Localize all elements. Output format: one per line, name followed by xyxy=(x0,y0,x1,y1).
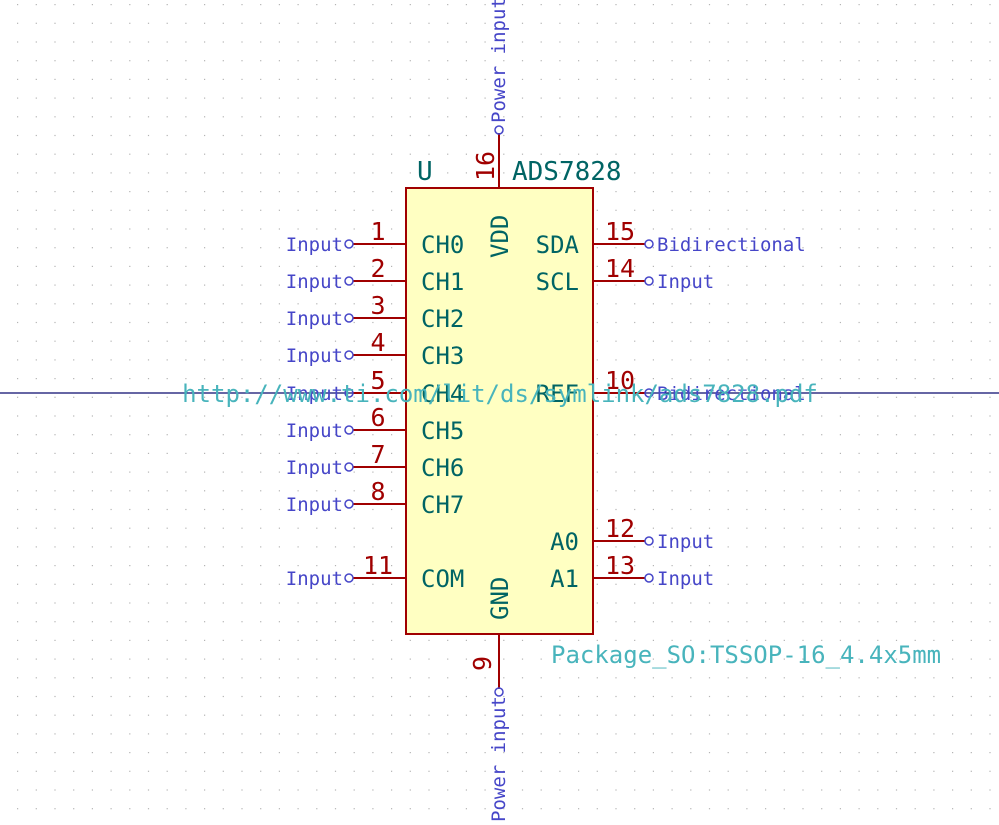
pin-3-type: Input xyxy=(286,308,343,330)
pin-12-type: Input xyxy=(657,531,714,553)
pin-1-number: 1 xyxy=(370,217,385,246)
pin-3-number: 3 xyxy=(370,291,385,320)
footprint-field[interactable]: Package_SO:TSSOP-16_4.4x5mm xyxy=(551,641,941,669)
pin-name-ch1: CH1 xyxy=(421,268,464,296)
pin-9-type: Power input xyxy=(488,696,510,822)
pin-name-sda: SDA xyxy=(536,231,580,259)
pin-15-number: 15 xyxy=(605,217,635,246)
pin-11-type: Input xyxy=(286,568,343,590)
pin-name-com: COM xyxy=(421,565,464,593)
pin-name-ch6: CH6 xyxy=(421,454,464,482)
pin-name-ch2: CH2 xyxy=(421,305,464,333)
pin-2-type: Input xyxy=(286,271,343,293)
pin-7-type: Input xyxy=(286,457,343,479)
pin-name-ch5: CH5 xyxy=(421,417,464,445)
pin-name-ch3: CH3 xyxy=(421,342,464,370)
pin-9-number: 9 xyxy=(468,656,497,671)
schematic-svg: 16 Power input 9 Power input 1 Input 2 I… xyxy=(0,0,999,825)
datasheet-field[interactable]: http://www.ti.com/lit/ds/symlink/ads7828… xyxy=(182,380,818,408)
pin-name-scl: SCL xyxy=(536,268,579,296)
pin-11-number: 11 xyxy=(363,551,393,580)
pin-name-a1: A1 xyxy=(550,565,579,593)
reference-designator[interactable]: U xyxy=(417,157,433,187)
pin-name-ch0: CH0 xyxy=(421,231,464,259)
pin-14-type: Input xyxy=(657,271,714,293)
pin-12-number: 12 xyxy=(605,514,635,543)
pin-13-type: Input xyxy=(657,568,714,590)
pin-name-ch7: CH7 xyxy=(421,491,464,519)
pin-15-type: Bidirectional xyxy=(657,234,806,256)
pin-16-number: 16 xyxy=(471,151,500,181)
pin-6-type: Input xyxy=(286,420,343,442)
pin-name-gnd: GND xyxy=(486,577,514,620)
pin-8-type: Input xyxy=(286,494,343,516)
pin-16-type: Power input xyxy=(488,0,510,123)
pin-1-type: Input xyxy=(286,234,343,256)
symbol-value[interactable]: ADS7828 xyxy=(512,157,622,187)
pin-name-vdd: VDD xyxy=(486,215,514,258)
pin-4-type: Input xyxy=(286,345,343,367)
pin-8-number: 8 xyxy=(370,477,385,506)
pin-14-number: 14 xyxy=(605,254,635,283)
pin-2-number: 2 xyxy=(370,254,385,283)
pin-name-a0: A0 xyxy=(550,528,579,556)
pin-4-number: 4 xyxy=(370,328,385,357)
pin-13-number: 13 xyxy=(605,551,635,580)
schematic-canvas[interactable]: 16 Power input 9 Power input 1 Input 2 I… xyxy=(0,0,999,825)
pin-7-number: 7 xyxy=(370,440,385,469)
